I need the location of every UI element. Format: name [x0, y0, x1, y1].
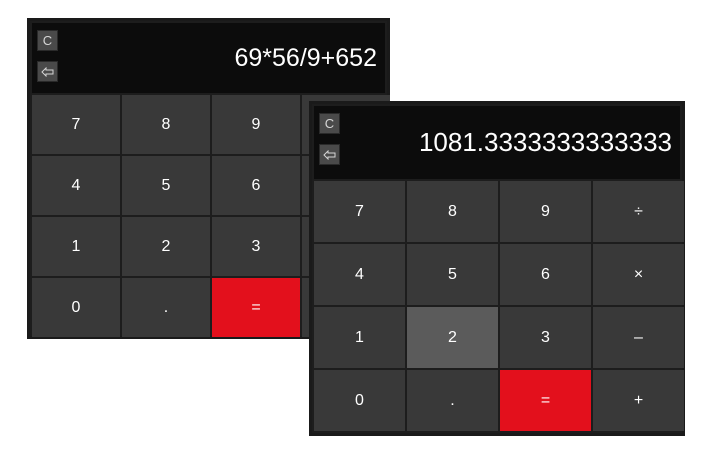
display-readout: 69*56/9+652 [234, 43, 377, 72]
key-multiply[interactable]: × [593, 244, 684, 305]
display-panel: C 1081.3333333333333 [314, 106, 680, 179]
key-2[interactable]: 2 [407, 307, 498, 368]
backspace-arrow-icon [323, 149, 336, 160]
key-6[interactable]: 6 [212, 156, 300, 215]
key-7[interactable]: 7 [32, 95, 120, 154]
key-3[interactable]: 3 [500, 307, 591, 368]
display-panel: C 69*56/9+652 [32, 23, 385, 93]
key-3[interactable]: 3 [212, 217, 300, 276]
key-9[interactable]: 9 [212, 95, 300, 154]
key-equals[interactable]: = [500, 370, 591, 431]
key-8[interactable]: 8 [407, 181, 498, 242]
key-6[interactable]: 6 [500, 244, 591, 305]
key-4[interactable]: 4 [314, 244, 405, 305]
key-1[interactable]: 1 [32, 217, 120, 276]
key-8[interactable]: 8 [122, 95, 210, 154]
display-readout: 1081.3333333333333 [418, 127, 672, 157]
key-equals[interactable]: = [212, 278, 300, 337]
key-5[interactable]: 5 [407, 244, 498, 305]
key-add[interactable]: + [593, 370, 684, 431]
backspace-button[interactable] [319, 144, 340, 165]
key-0[interactable]: 0 [314, 370, 405, 431]
key-4[interactable]: 4 [32, 156, 120, 215]
calculator-front: C 1081.3333333333333 7 8 9 ÷ 4 5 6 × 1 2… [309, 101, 685, 436]
clear-button[interactable]: C [319, 113, 340, 134]
clear-button[interactable]: C [37, 30, 58, 51]
key-decimal[interactable]: . [122, 278, 210, 337]
backspace-arrow-icon [41, 66, 54, 77]
key-2[interactable]: 2 [122, 217, 210, 276]
key-1[interactable]: 1 [314, 307, 405, 368]
key-divide[interactable]: ÷ [593, 181, 684, 242]
key-0[interactable]: 0 [32, 278, 120, 337]
key-5[interactable]: 5 [122, 156, 210, 215]
key-9[interactable]: 9 [500, 181, 591, 242]
key-subtract[interactable]: – [593, 307, 684, 368]
key-7[interactable]: 7 [314, 181, 405, 242]
keypad: 7 8 9 ÷ 4 5 6 × 1 2 3 – 0 . = + [314, 181, 684, 431]
backspace-button[interactable] [37, 61, 58, 82]
key-decimal[interactable]: . [407, 370, 498, 431]
